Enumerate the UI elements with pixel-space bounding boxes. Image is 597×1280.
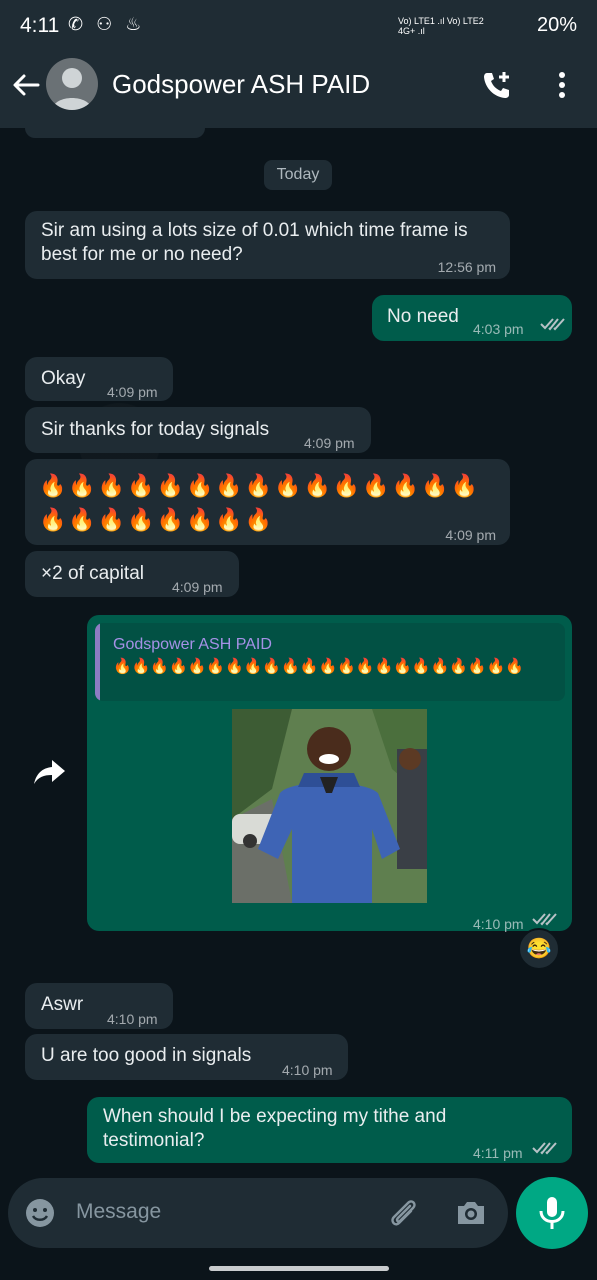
quote-bar: [95, 623, 100, 701]
message-time: 4:10 pm: [473, 916, 524, 932]
avatar[interactable]: [46, 58, 98, 110]
network-indicators: Vo) LTE1 .ıl Vo) LTE2 4G+ .ıl: [398, 16, 484, 36]
emoji-icon[interactable]: [24, 1197, 56, 1229]
reaction-badge[interactable]: 😂: [518, 928, 560, 970]
quote-text: 🔥🔥🔥🔥🔥🔥🔥🔥🔥🔥🔥🔥🔥🔥🔥🔥🔥🔥🔥🔥🔥🔥: [113, 658, 524, 675]
person-icon: [52, 68, 92, 110]
arrow-left-icon[interactable]: [10, 69, 42, 101]
contact-name[interactable]: Godspower ASH PAID: [112, 69, 370, 100]
message-text: Aswr: [41, 994, 84, 1015]
double-check-icon: [532, 913, 557, 926]
forward-icon[interactable]: [32, 754, 68, 790]
message-text: ×2 of capital: [41, 563, 144, 584]
message-time: 4:03 pm: [473, 321, 524, 337]
date-chip: Today: [264, 160, 332, 190]
message-incoming[interactable]: Okay 4:09 pm: [25, 357, 173, 401]
message-time: 12:56 pm: [437, 259, 496, 275]
message-text: Okay: [41, 368, 86, 389]
notification-icons: ✆ ⚇ ♨: [68, 14, 146, 34]
phone-plus-icon[interactable]: [480, 68, 514, 102]
message-outgoing[interactable]: No need 4:03 pm: [372, 295, 572, 341]
previous-message-fragment: [25, 128, 205, 138]
mic-icon: [539, 1197, 565, 1229]
message-time: 4:10 pm: [107, 1011, 158, 1027]
quoted-message[interactable]: Godspower ASH PAID 🔥🔥🔥🔥🔥🔥🔥🔥🔥🔥🔥🔥🔥🔥🔥🔥🔥🔥🔥🔥🔥…: [95, 623, 565, 701]
system-nav-bar: [0, 1250, 597, 1280]
battery-level: 20%: [536, 14, 577, 36]
message-time: 4:09 pm: [172, 579, 223, 595]
message-incoming[interactable]: 🔥🔥🔥🔥🔥🔥🔥🔥🔥🔥🔥🔥🔥🔥🔥🔥🔥🔥🔥🔥🔥🔥🔥 4:09 pm: [25, 459, 510, 545]
more-vert-icon[interactable]: [552, 68, 572, 102]
photo-thumbnail: [232, 709, 427, 903]
message-composer[interactable]: Message: [8, 1178, 508, 1248]
message-text: Sir am using a lots size of 0.01 which t…: [41, 220, 468, 265]
double-check-icon: [532, 1142, 557, 1155]
message-incoming[interactable]: Sir thanks for today signals 4:09 pm: [25, 407, 371, 453]
message-input[interactable]: Message: [76, 1200, 161, 1224]
image-attachment[interactable]: [232, 709, 427, 903]
message-time: 4:09 pm: [107, 384, 158, 400]
camera-icon[interactable]: [454, 1196, 488, 1230]
message-text: Sir thanks for today signals: [41, 419, 270, 440]
chat-header: Godspower ASH PAID: [0, 56, 597, 128]
message-time: 4:09 pm: [445, 527, 496, 543]
message-incoming[interactable]: Sir am using a lots size of 0.01 which t…: [25, 211, 510, 279]
chat-area[interactable]: Today Sir am using a lots size of 0.01 w…: [0, 128, 597, 1180]
message-incoming[interactable]: Aswr 4:10 pm: [25, 983, 173, 1029]
message-text: U are too good in signals: [41, 1045, 252, 1066]
quote-sender: Godspower ASH PAID: [113, 636, 272, 653]
message-text: When should I be expecting my tithe and …: [103, 1106, 447, 1151]
paperclip-icon[interactable]: [386, 1196, 420, 1230]
message-time: 4:10 pm: [282, 1062, 333, 1078]
status-time: 4:11: [20, 14, 60, 37]
message-time: 4:09 pm: [304, 435, 355, 451]
message-text: 🔥🔥🔥🔥🔥🔥🔥🔥🔥🔥🔥🔥🔥🔥🔥🔥🔥🔥🔥🔥🔥🔥🔥: [39, 473, 480, 532]
home-gesture-pill[interactable]: [209, 1266, 389, 1271]
message-outgoing[interactable]: When should I be expecting my tithe and …: [87, 1097, 572, 1163]
message-outgoing-media[interactable]: Godspower ASH PAID 🔥🔥🔥🔥🔥🔥🔥🔥🔥🔥🔥🔥🔥🔥🔥🔥🔥🔥🔥🔥🔥…: [87, 615, 572, 932]
double-check-icon: [540, 318, 565, 331]
voice-record-button[interactable]: [516, 1177, 588, 1249]
message-incoming[interactable]: ×2 of capital 4:09 pm: [25, 551, 239, 597]
status-bar: 4:11 ✆ ⚇ ♨ Vo) LTE1 .ıl Vo) LTE2 4G+ .ıl…: [0, 0, 597, 56]
message-incoming[interactable]: U are too good in signals 4:10 pm: [25, 1034, 348, 1080]
message-text: No need: [387, 306, 459, 327]
message-time: 4:11 pm: [473, 1145, 523, 1161]
